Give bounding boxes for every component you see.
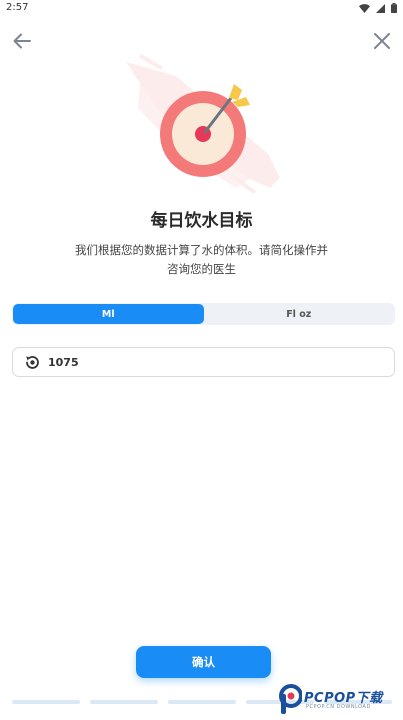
pcpop-logo-icon bbox=[279, 684, 302, 714]
progress-segment bbox=[168, 700, 236, 704]
close-icon bbox=[374, 33, 390, 49]
wifi-icon bbox=[359, 3, 370, 13]
page-description: 我们根据您的数据计算了水的体积。请简化操作并咨询您的医生 bbox=[75, 243, 328, 276]
unit-option-fl-oz[interactable]: Fl oz bbox=[204, 304, 395, 324]
arrow-left-icon bbox=[13, 33, 31, 49]
progress-segment bbox=[90, 700, 158, 704]
watermark-sub: PCPOP.CN DOWNLOAD bbox=[306, 704, 371, 710]
battery-icon bbox=[391, 3, 397, 13]
close-button[interactable] bbox=[369, 28, 395, 54]
water-amount-field[interactable]: 1075 bbox=[12, 347, 395, 377]
confirm-button[interactable]: 确认 bbox=[136, 646, 271, 678]
water-amount-value[interactable]: 1075 bbox=[48, 356, 79, 369]
status-bar: 2:57 bbox=[0, 0, 403, 18]
unit-toggle: Ml Fl oz bbox=[12, 303, 395, 325]
signal-icon bbox=[376, 3, 385, 13]
watermark-logo: PCPOP下载 PCPOP.CN DOWNLOAD bbox=[278, 682, 400, 720]
progress-segment bbox=[12, 700, 80, 704]
reset-icon[interactable] bbox=[24, 354, 41, 371]
back-button[interactable] bbox=[9, 28, 35, 54]
status-time: 2:57 bbox=[6, 2, 29, 13]
target-with-arrow-illustration bbox=[126, 54, 280, 194]
status-icons bbox=[359, 3, 397, 13]
page-title: 每日饮水目标 bbox=[150, 211, 253, 231]
unit-option-ml[interactable]: Ml bbox=[13, 304, 204, 324]
